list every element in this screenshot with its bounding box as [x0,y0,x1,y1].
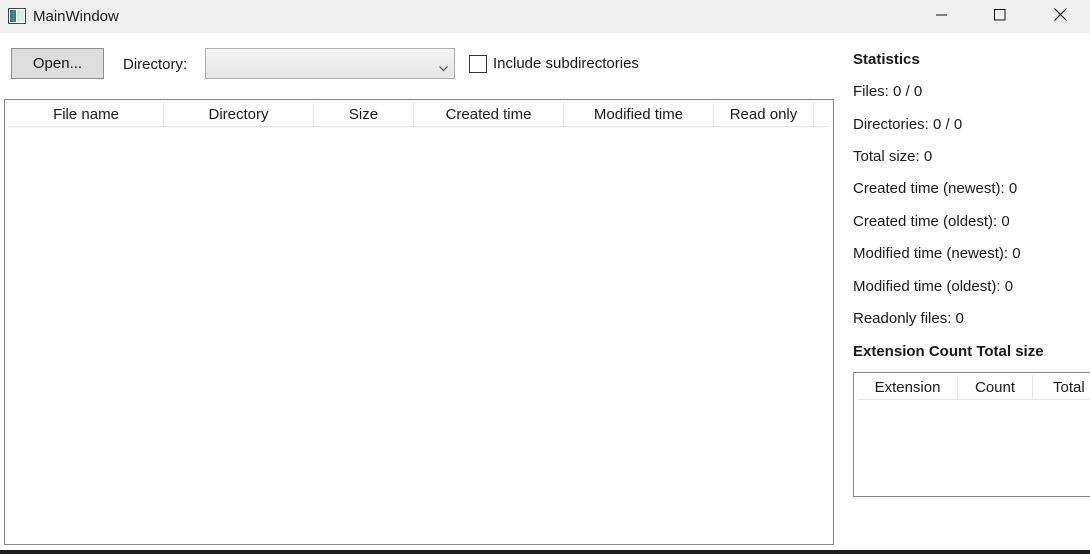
chevron-down-icon [439,59,448,76]
column-header-directory[interactable]: Directory [164,102,314,127]
stat-modified-oldest: Modified time (oldest): 0 [853,278,1014,295]
maximize-icon [994,8,1006,25]
open-button[interactable]: Open... [11,48,104,79]
close-icon [1053,8,1067,25]
directory-label: Directory: [123,56,188,73]
app-window-icon [8,8,26,24]
column-header-count[interactable]: Count [958,375,1033,400]
include-subdirectories-checkbox[interactable] [469,55,487,73]
stat-created-newest: Created time (newest): 0 [853,180,1018,197]
stat-modified-newest: Modified time (newest): 0 [853,245,1021,262]
minimize-icon [936,8,948,25]
minimize-button[interactable] [913,0,971,33]
directory-combobox[interactable] [205,48,455,79]
files-table[interactable]: File name Directory Size Created time Mo… [4,99,834,545]
maximize-button[interactable] [971,0,1029,33]
column-header-total[interactable]: Total [1033,375,1090,400]
column-header-read-only[interactable]: Read only [714,102,814,127]
stat-total-size: Total size: 0 [853,148,933,165]
include-subdirectories-label[interactable]: Include subdirectories [493,55,639,72]
column-header-size[interactable]: Size [314,102,414,127]
title-bar[interactable]: MainWindow [0,0,1090,33]
window-title: MainWindow [33,8,119,25]
files-table-header: File name Directory Size Created time Mo… [9,102,829,127]
column-header-created-time[interactable]: Created time [414,102,564,127]
extension-table[interactable]: Extension Count Total [853,372,1090,497]
statistics-title: Statistics [853,51,920,68]
stat-directories: Directories: 0 / 0 [853,116,963,133]
close-button[interactable] [1031,0,1089,33]
stat-created-oldest: Created time (oldest): 0 [853,213,1010,230]
column-header-modified-time[interactable]: Modified time [564,102,714,127]
column-header-file-name[interactable]: File name [9,102,164,127]
column-header-extension[interactable]: Extension [858,375,958,400]
extension-stats-title: Extension Count Total size [853,343,1044,360]
main-window: MainWindow Open... Directory: Include su… [0,0,1090,550]
stat-files: Files: 0 / 0 [853,83,923,100]
extension-table-header: Extension Count Total [858,375,1090,400]
stat-readonly-files: Readonly files: 0 [853,310,964,327]
